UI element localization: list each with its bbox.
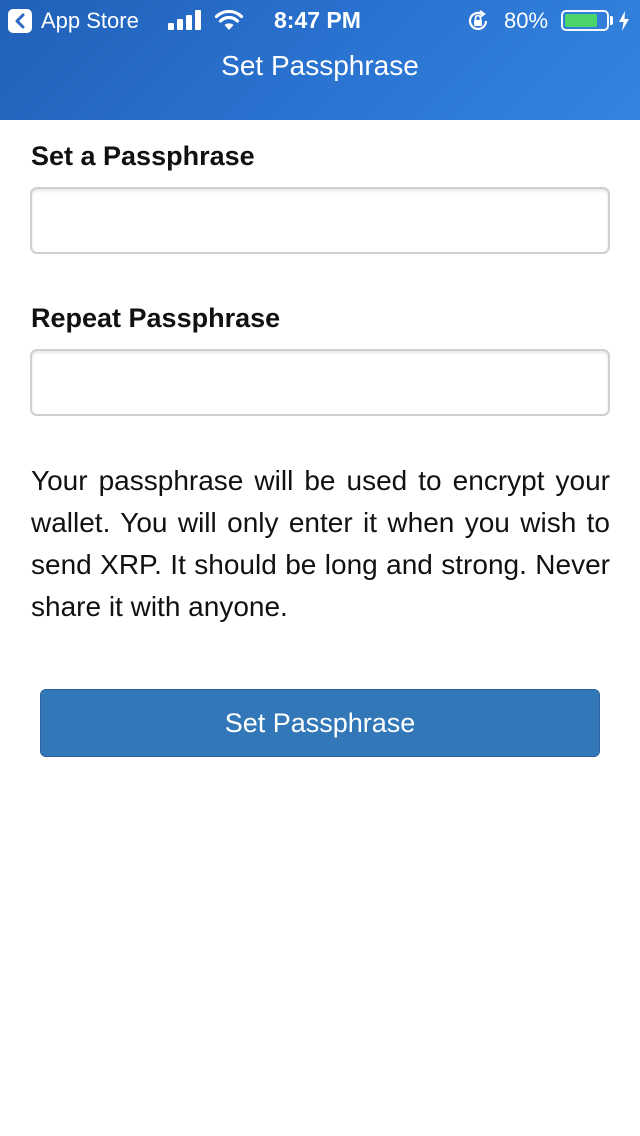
passphrase-input[interactable] [30, 187, 610, 254]
set-passphrase-button[interactable]: Set Passphrase [40, 689, 600, 757]
page-title: Set Passphrase [221, 50, 419, 81]
repeat-passphrase-label: Repeat Passphrase [31, 303, 281, 333]
passphrase-info-text: Your passphrase will be used to encrypt … [31, 465, 610, 622]
passphrase-label: Set a Passphrase [31, 141, 255, 171]
wifi-icon [214, 9, 244, 30]
cellular-signal-icon [168, 10, 201, 30]
status-time: 8:47 PM [274, 7, 361, 33]
status-bar: App Store 8:47 PM 80% [0, 0, 640, 40]
repeat-passphrase-input[interactable] [30, 349, 610, 416]
back-app-label[interactable]: App Store [41, 8, 139, 34]
orientation-lock-icon [468, 10, 488, 30]
battery-percent: 80% [504, 8, 549, 33]
app-header: App Store 8:47 PM 80% Set Passphrase [0, 0, 640, 120]
battery-tip [610, 16, 613, 25]
battery-level-fill [565, 14, 597, 27]
battery-icon [561, 10, 609, 31]
charging-bolt-icon [619, 11, 629, 31]
back-to-app-icon[interactable] [8, 9, 32, 33]
